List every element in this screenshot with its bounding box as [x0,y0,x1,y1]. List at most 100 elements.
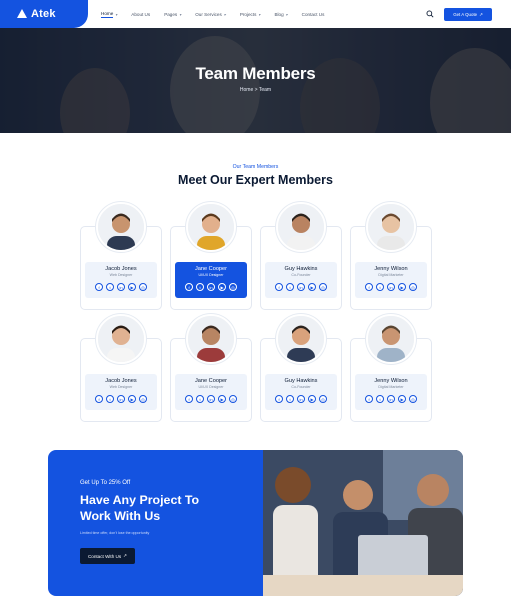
instagram-icon[interactable]: ◎ [409,395,417,403]
member-info: Jacob Jones Web Designer f t in ▶ ◎ [85,374,157,410]
linkedin-icon[interactable]: in [297,395,305,403]
nav-item-pages[interactable]: Pages ▾ [157,0,188,28]
facebook-icon[interactable]: f [95,283,103,291]
member-name[interactable]: Jacob Jones [85,378,157,384]
get-quote-button[interactable]: Get A Quote ↗ [444,8,492,21]
youtube-icon[interactable]: ▶ [218,283,226,291]
member-name[interactable]: Jacob Jones [85,266,157,272]
member-role: Digital Marketer [378,385,404,389]
youtube-icon[interactable]: ▶ [128,395,136,403]
chevron-down-icon: ▾ [115,11,118,17]
member-role: UI/UX Designer [198,273,224,277]
member-info: Jenny Wilson Digital Marketer f t in ▶ ◎ [355,262,427,298]
team-card[interactable]: Jacob Jones Web Designer f t in ▶ ◎ [80,312,162,422]
search-icon[interactable] [426,10,434,18]
section-title: Meet Our Expert Members [178,173,333,187]
team-card[interactable]: Jenny Wilson Digital Marketer f t in ▶ ◎ [350,200,432,310]
facebook-icon[interactable]: f [185,283,193,291]
facebook-icon[interactable]: f [275,395,283,403]
page-hero: Team Members Home > Team [0,28,511,133]
facebook-icon[interactable]: f [365,283,373,291]
facebook-icon[interactable]: f [95,395,103,403]
instagram-icon[interactable]: ◎ [139,395,147,403]
youtube-icon[interactable]: ▶ [398,395,406,403]
instagram-icon[interactable]: ◎ [229,395,237,403]
linkedin-icon[interactable]: in [297,283,305,291]
member-name[interactable]: Jane Cooper [175,266,247,272]
member-name[interactable]: Jenny Wilson [355,266,427,272]
twitter-icon[interactable]: t [106,283,114,291]
youtube-icon[interactable]: ▶ [308,283,316,291]
main-nav: Home ▾ About Us Pages ▾ Our Services ▾ Proj… [94,0,331,28]
instagram-icon[interactable]: ◎ [229,283,237,291]
nav-item-services[interactable]: Our Services ▾ [188,0,233,28]
chevron-down-icon: ▾ [258,11,261,17]
twitter-icon[interactable]: t [196,395,204,403]
instagram-icon[interactable]: ◎ [319,283,327,291]
social-links: f t in ▶ ◎ [175,283,247,291]
youtube-icon[interactable]: ▶ [398,283,406,291]
chevron-down-icon: ▾ [285,11,288,17]
team-card[interactable]: Jane Cooper UI/UX Designer f t in ▶ ◎ [170,312,252,422]
twitter-icon[interactable]: t [196,283,204,291]
nav-item-projects[interactable]: Projects ▾ [233,0,268,28]
member-role: Digital Marketer [378,273,404,277]
instagram-icon[interactable]: ◎ [139,283,147,291]
member-name[interactable]: Guy Hawkins [265,266,337,272]
member-name[interactable]: Guy Hawkins [265,378,337,384]
cta-title: Have Any Project To Work With Us [80,492,260,524]
member-role: Web Designer [109,273,133,277]
member-role: Co-Founder [291,273,311,277]
cta-title-line2: Work With Us [80,509,161,523]
team-card[interactable]: Guy Hawkins Co-Founder f t in ▶ ◎ [260,200,342,310]
instagram-icon[interactable]: ◎ [409,283,417,291]
section-eyebrow: Our Team Members [232,164,279,170]
twitter-icon[interactable]: t [106,395,114,403]
linkedin-icon[interactable]: in [117,283,125,291]
instagram-icon[interactable]: ◎ [319,395,327,403]
twitter-icon[interactable]: t [286,283,294,291]
cta-banner: Get Up To 25% Off Have Any Project To Wo… [48,450,463,596]
team-card[interactable]: Guy Hawkins Co-Founder f t in ▶ ◎ [260,312,342,422]
breadcrumb[interactable]: Home > Team [0,87,511,93]
member-info: Jane Cooper UI/UX Designer f t in ▶ ◎ [175,262,247,298]
youtube-icon[interactable]: ▶ [128,283,136,291]
youtube-icon[interactable]: ▶ [218,395,226,403]
team-card[interactable]: Jane Cooper UI/UX Designer f t in ▶ ◎ [170,200,252,310]
member-name[interactable]: Jane Cooper [175,378,247,384]
facebook-icon[interactable]: f [365,395,373,403]
nav-item-home[interactable]: Home ▾ [94,0,124,28]
nav-item-contact[interactable]: Contact Us [295,0,332,28]
twitter-icon[interactable]: t [286,395,294,403]
youtube-icon[interactable]: ▶ [308,395,316,403]
social-links: f t in ▶ ◎ [85,283,157,291]
contact-button[interactable]: Contact With Us ↗ [80,548,135,564]
member-role: Co-Founder [291,385,311,389]
linkedin-icon[interactable]: in [387,283,395,291]
team-card[interactable]: Jacob Jones Web Designer f t in ▶ ◎ [80,200,162,310]
linkedin-icon[interactable]: in [207,283,215,291]
twitter-icon[interactable]: t [376,395,384,403]
avatar [366,314,416,364]
logo-mark-icon [16,9,28,19]
member-info: Jane Cooper UI/UX Designer f t in ▶ ◎ [175,374,247,410]
twitter-icon[interactable]: t [376,283,384,291]
facebook-icon[interactable]: f [185,395,193,403]
social-links: f t in ▶ ◎ [175,395,247,403]
avatar [276,202,326,252]
linkedin-icon[interactable]: in [117,395,125,403]
social-links: f t in ▶ ◎ [355,395,427,403]
facebook-icon[interactable]: f [275,283,283,291]
logo-text: Atek [31,8,56,20]
team-card[interactable]: Jenny Wilson Digital Marketer f t in ▶ ◎ [350,312,432,422]
nav-item-about[interactable]: About Us [124,0,157,28]
member-info: Jacob Jones Web Designer f t in ▶ ◎ [85,262,157,298]
cta-photo-illustration [263,450,463,596]
avatar [366,202,416,252]
nav-item-blog[interactable]: Blog ▾ [267,0,294,28]
logo[interactable]: Atek [0,0,88,28]
linkedin-icon[interactable]: in [207,395,215,403]
avatar [276,314,326,364]
member-name[interactable]: Jenny Wilson [355,378,427,384]
linkedin-icon[interactable]: in [387,395,395,403]
